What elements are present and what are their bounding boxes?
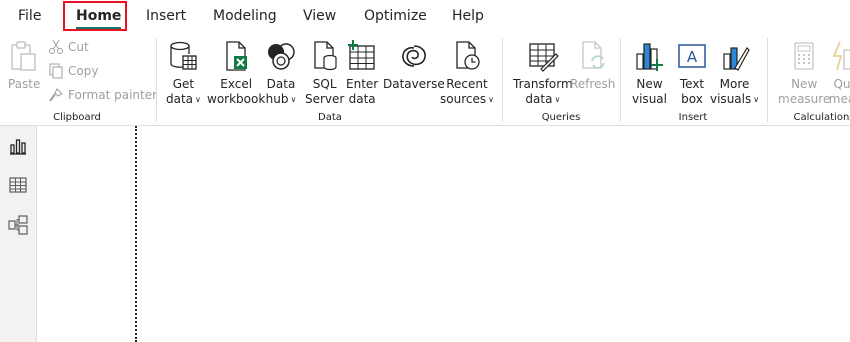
paste-button[interactable]: Paste [8,38,40,92]
quick-measure-button[interactable]: Qu mea [826,38,850,107]
tab-file[interactable]: File [18,0,41,32]
tab-view[interactable]: View [303,0,336,32]
group-separator [502,38,503,122]
cut-button[interactable]: Cut [48,36,89,58]
new-visual-button[interactable]: New visual [632,38,667,107]
refresh-button[interactable]: Refresh [570,38,615,92]
group-separator [767,38,768,122]
dataverse-button[interactable]: Dataverse [383,38,445,92]
copy-button[interactable]: Copy [48,60,98,82]
enter-data-button[interactable]: Enter data [346,38,378,107]
table-view-icon[interactable] [8,175,28,195]
paste-icon [8,38,40,72]
sql-server-icon [309,38,341,72]
data-hub-button[interactable]: Data hub ∨ [265,38,297,108]
paintbrush-icon [48,87,64,103]
table-add-icon [346,38,378,72]
menu-bar: File Home Insert Modeling View Optimize … [0,0,850,32]
tab-help[interactable]: Help [452,0,484,32]
calculations-group-label: Calculations [793,112,850,123]
chevron-down-icon: ∨ [753,95,760,104]
clipboard-group-label: Clipboard [53,112,101,123]
text-box-icon: A [676,38,708,72]
calculator-icon [788,38,820,72]
data-hub-icon [265,38,297,72]
group-separator [620,38,621,122]
scissors-icon [48,39,64,55]
database-icon [167,38,199,72]
group-separator [156,38,157,122]
lightning-calculator-icon [826,38,850,72]
chevron-down-icon: ∨ [488,95,494,104]
refresh-icon [577,38,609,72]
transform-data-icon [527,38,559,72]
left-view-nav [0,126,37,342]
svg-text:A: A [687,48,698,66]
chevron-down-icon: ∨ [554,95,561,104]
ribbon: Paste Cut Copy Format painter Clipboard … [0,32,850,126]
recent-sources-icon [451,38,483,72]
copy-icon [48,63,64,79]
data-group-label: Data [318,112,342,123]
page-boundary-line [135,126,137,342]
new-measure-button[interactable]: New measure [778,38,830,107]
excel-icon [220,38,252,72]
report-view-icon[interactable] [8,136,28,156]
text-box-button[interactable]: A Text box [676,38,708,107]
tab-optimize[interactable]: Optimize [364,0,427,32]
chevron-down-icon: ∨ [290,95,297,104]
model-view-icon[interactable] [8,215,28,235]
more-visuals-icon [719,38,751,72]
excel-workbook-button[interactable]: Excel workbook [207,38,265,107]
dataverse-icon [398,38,430,72]
format-painter-button[interactable]: Format painter [48,84,157,106]
recent-sources-button[interactable]: Recent sources ∨ [440,38,494,108]
sql-server-button[interactable]: SQL Server [305,38,344,107]
active-tab-indicator [76,27,122,30]
tab-modeling[interactable]: Modeling [213,0,277,32]
report-canvas[interactable] [37,126,850,342]
bar-chart-add-icon [633,38,665,72]
get-data-button[interactable]: Get data ∨ [166,38,201,108]
tab-insert[interactable]: Insert [146,0,186,32]
queries-group-label: Queries [541,112,581,123]
transform-data-button[interactable]: Transform data ∨ [513,38,573,108]
more-visuals-button[interactable]: More visuals ∨ [710,38,759,108]
insert-group-label: Insert [678,112,708,123]
tab-home[interactable]: Home [76,0,122,32]
chevron-down-icon: ∨ [195,95,201,104]
